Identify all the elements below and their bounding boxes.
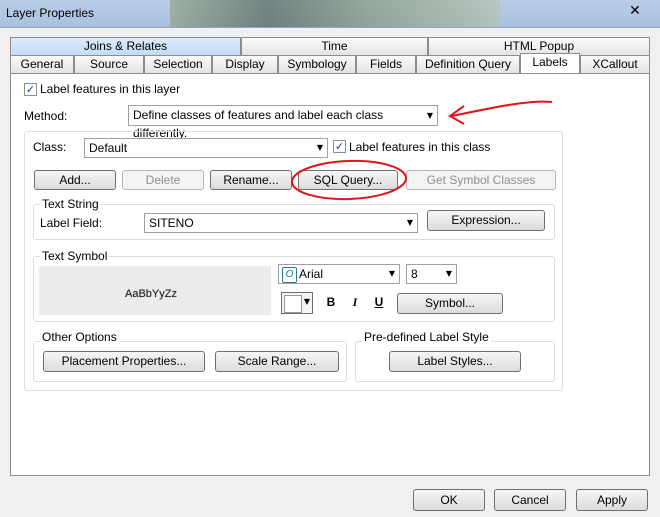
chevron-down-icon: ▼ <box>388 269 395 278</box>
label-features-layer-label: Label features in this layer <box>40 82 181 96</box>
tab-xcallout[interactable]: XCallout <box>580 55 650 73</box>
scale-range-button[interactable]: Scale Range... <box>215 351 339 372</box>
underline-button[interactable]: U <box>370 293 388 311</box>
label-field-value: SITENO <box>149 216 194 230</box>
cancel-button[interactable]: Cancel <box>494 489 566 511</box>
label-features-class-label: Label features in this class <box>349 140 491 154</box>
label-features-layer-checkbox[interactable]: ✓ <box>24 83 37 96</box>
close-icon[interactable]: ✕ <box>615 2 655 20</box>
tab-display[interactable]: Display <box>212 55 278 73</box>
color-swatch <box>284 295 302 313</box>
tab-definition-query[interactable]: Definition Query <box>416 55 520 73</box>
chevron-down-icon: ▼ <box>303 297 310 306</box>
placement-properties-button[interactable]: Placement Properties... <box>43 351 205 372</box>
symbol-preview-text: AaBbYyZz <box>125 288 177 300</box>
chevron-down-icon: ▼ <box>445 269 452 278</box>
class-label: Class: <box>33 140 67 154</box>
tab-symbology[interactable]: Symbology <box>278 55 356 73</box>
class-value: Default <box>89 141 128 155</box>
tab-selection[interactable]: Selection <box>144 55 212 73</box>
symbol-button[interactable]: Symbol... <box>397 293 503 314</box>
font-size-value: 8 <box>411 267 418 281</box>
add-button[interactable]: Add... <box>34 170 116 190</box>
tab-fields[interactable]: Fields <box>356 55 416 73</box>
predefined-label-style-heading: Pre-defined Label Style <box>362 330 491 344</box>
font-dropdown[interactable]: O Arial ▼ <box>278 264 400 284</box>
annotation-circle <box>291 159 407 201</box>
opentype-font-icon: O <box>282 267 297 283</box>
tab-time[interactable]: Time <box>241 37 428 55</box>
apply-button[interactable]: Apply <box>576 489 648 511</box>
tab-general[interactable]: General <box>10 55 74 73</box>
bold-button[interactable]: B <box>322 293 340 311</box>
label-field-label: Label Field: <box>40 216 103 230</box>
window-title: Layer Properties <box>6 6 95 20</box>
text-string-heading: Text String <box>40 197 101 211</box>
ok-button[interactable]: OK <box>413 489 485 511</box>
text-symbol-heading: Text Symbol <box>40 249 110 263</box>
color-picker[interactable]: ▼ <box>281 292 313 314</box>
rename-button[interactable]: Rename... <box>210 170 292 190</box>
method-dropdown[interactable]: Define classes of features and label eac… <box>128 105 438 140</box>
label-field-dropdown[interactable]: SITENO ▼ <box>144 213 418 233</box>
italic-button[interactable]: I <box>346 293 364 311</box>
tab-joins-relates[interactable]: Joins & Relates <box>10 37 241 55</box>
expression-button[interactable]: Expression... <box>427 210 545 231</box>
background-map-strip <box>170 0 500 27</box>
class-dropdown[interactable]: Default ▼ <box>84 138 328 158</box>
other-options-heading: Other Options <box>40 330 119 344</box>
label-styles-button[interactable]: Label Styles... <box>389 351 521 372</box>
font-value: Arial <box>299 267 324 281</box>
method-label: Method: <box>24 109 68 123</box>
symbol-preview: AaBbYyZz <box>39 266 271 315</box>
tab-labels[interactable]: Labels <box>520 53 580 73</box>
tab-source[interactable]: Source <box>74 55 144 73</box>
chevron-down-icon: ▼ <box>406 218 413 227</box>
get-symbol-classes-button[interactable]: Get Symbol Classes <box>406 170 556 190</box>
chevron-down-icon: ▼ <box>316 143 323 152</box>
delete-button[interactable]: Delete <box>122 170 204 190</box>
chevron-down-icon: ▼ <box>426 111 433 120</box>
label-features-class-checkbox[interactable]: ✓ <box>333 140 346 153</box>
font-size-dropdown[interactable]: 8 ▼ <box>406 264 457 284</box>
annotation-arrow <box>448 100 553 125</box>
